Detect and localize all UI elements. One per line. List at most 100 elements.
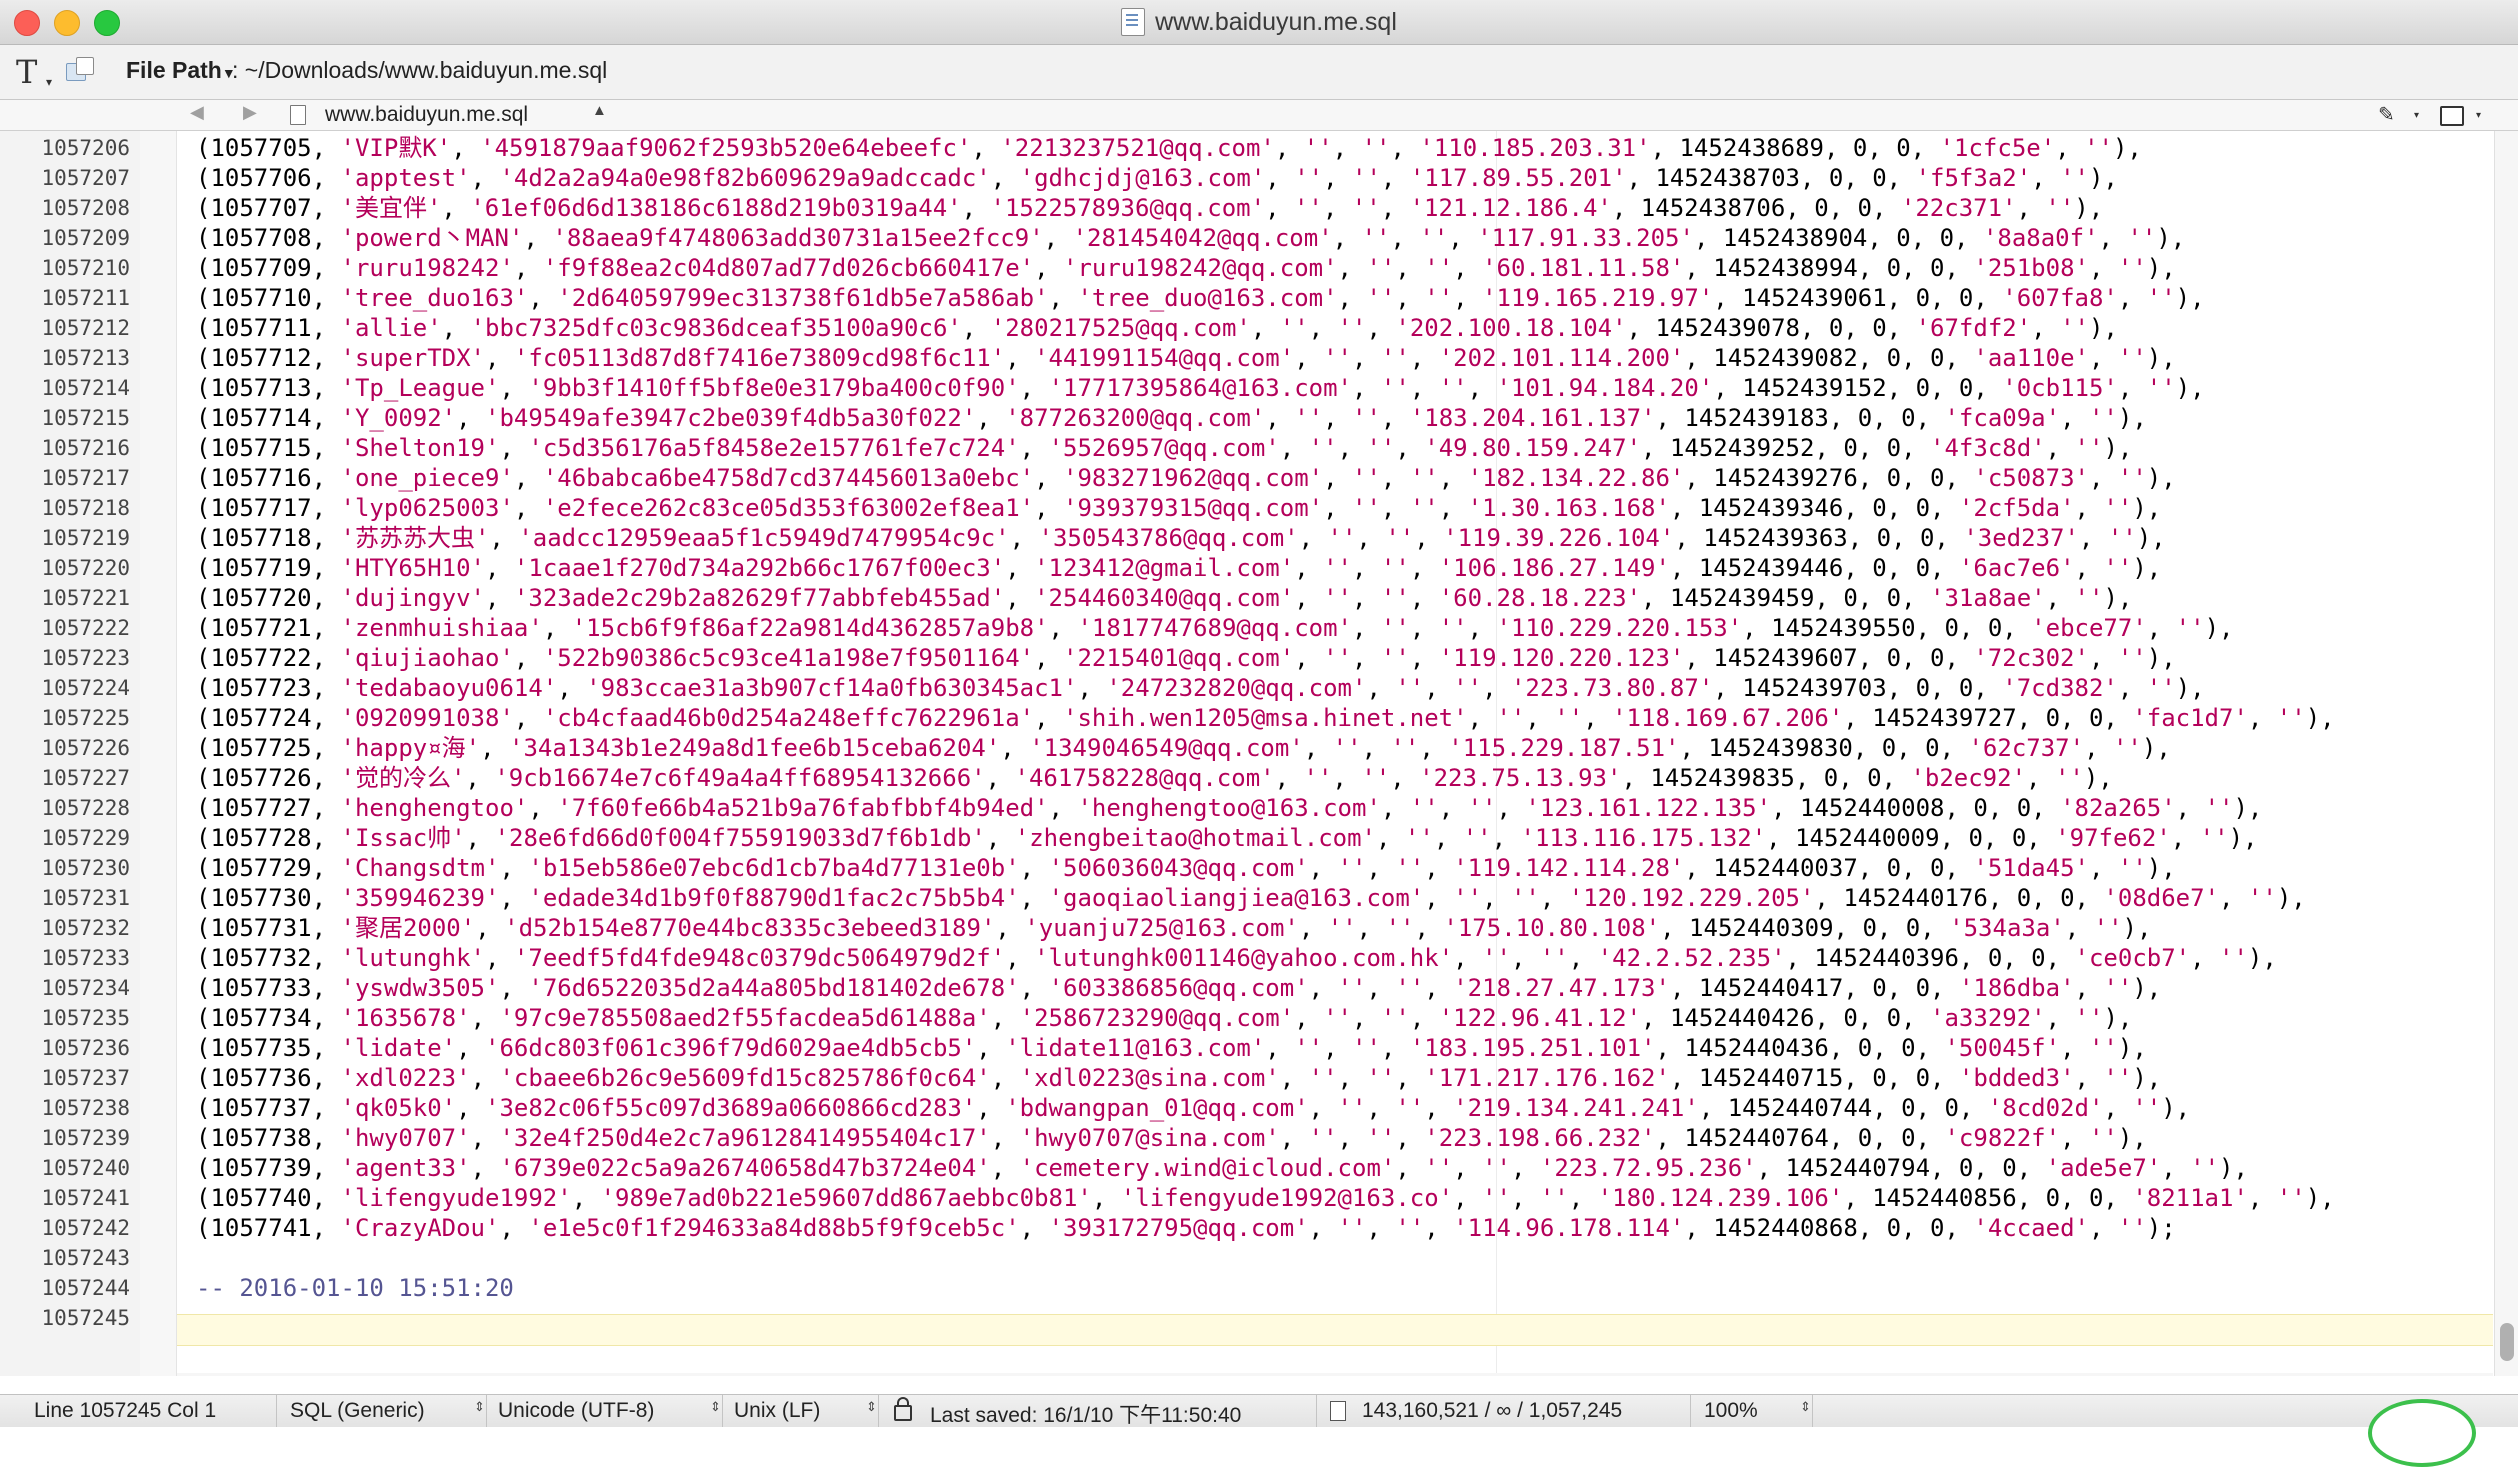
encoding-popup[interactable]: Unicode (UTF-8) [498,1399,654,1423]
password-hash-value: 'b49549afe3947c2be039f4db5a30f022' [485,404,977,432]
empty-field-value: '' [2107,524,2137,552]
code-line[interactable]: (1057709, 'ruru198242', 'f9f88ea2c04d807… [196,253,2176,283]
code-line[interactable]: (1057708, 'powerd丶MAN', '88aea9f4748063a… [196,223,2185,253]
email-value: 'tree_duo@163.com' [1077,284,1338,312]
language-popup[interactable]: SQL (Generic) [290,1399,425,1423]
salt-value: '7cd382' [2002,674,2118,702]
timestamp-value: 1452438703 [1655,164,1800,192]
status-divider [1316,1395,1317,1427]
file-path-menu[interactable]: File Path▼ [126,57,236,84]
cursor-position[interactable]: Line 1057245 Col 1 [34,1399,216,1423]
empty-field-value: '' [1337,854,1367,882]
up-down-arrows-icon[interactable]: ⇕ [1800,1399,1811,1415]
line-endings-popup[interactable]: Unix (LF) [734,1399,820,1423]
status-bar: Line 1057245 Col 1 SQL (Generic) ⇕ Unico… [0,1394,2518,1467]
code-line[interactable]: (1057722, 'qiujiaohao', '522b90386c5c93c… [196,643,2176,673]
empty-field-value: '' [1303,764,1333,792]
code-line[interactable]: (1057740, 'lifengyude1992', '989e7ad0b22… [196,1183,2335,1213]
code-line[interactable]: (1057724, '0920991038', 'cb4cfaad46b0d25… [196,703,2335,733]
code-line[interactable]: (1057710, 'tree_duo163', '2d64059799ec31… [196,283,2205,313]
code-line[interactable]: (1057716, 'one_piece9', '46babca6be4758d… [196,463,2176,493]
code-line[interactable]: (1057737, 'qk05k0', '3e82c06f55c097d3689… [196,1093,2190,1123]
line-number: 1057244 [41,1276,130,1300]
up-down-arrows-icon[interactable]: ⇕ [474,1399,485,1415]
password-hash-value: 'bbc7325dfc03c9836dceaf35100a90c6' [470,314,962,342]
record-id: 1057707 [210,194,312,222]
empty-field-value: '' [1327,524,1357,552]
code-line[interactable]: (1057730, '359946239', 'edade34d1b9f0f88… [196,883,2306,913]
text-editor[interactable]: 1057206 1057207 1057208 1057209 1057210 10572… [0,131,2518,1376]
code-line[interactable]: (1057736, 'xdl0223', 'cbaee6b26c9e5609fd… [196,1063,2161,1093]
code-line[interactable]: (1057719, 'HTY65H10', '1caae1f270d734a29… [196,553,2161,583]
line-number: 1057232 [41,916,130,940]
open-files-icon[interactable] [66,57,96,83]
code-line[interactable]: (1057726, '觉的冷么', '9cb16674e7c6f49a4a4ff… [196,763,2113,793]
code-line[interactable]: (1057725, 'happy¤海', '34a1343b1e249a8d1f… [196,733,2171,763]
vertical-scrollbar[interactable] [2494,131,2518,1376]
document-selector[interactable]: www.baiduyun.me.sql [325,103,528,127]
horizontal-scrollbar[interactable] [177,1373,2493,1376]
salt-value: '2cf5da' [1958,494,2075,522]
split-view-icon[interactable] [2440,106,2464,126]
code-line[interactable]: (1057707, '美宜伴', '61ef06d6d138186c6188d2… [196,193,2103,223]
record-id: 1057732 [210,944,312,972]
vertical-scroll-thumb[interactable] [2500,1323,2514,1361]
code-line[interactable]: (1057738, 'hwy0707', '32e4f250d4e2c7a961… [196,1123,2147,1153]
code-line[interactable]: (1057720, 'dujingyv', '323ade2c29b2a8262… [196,583,2132,613]
code-line[interactable]: (1057715, 'Shelton19', 'c5d356176a5f8458… [196,433,2132,463]
empty-field-value: '' [2074,1004,2104,1032]
empty-field-value: '' [2146,284,2176,312]
code-line[interactable]: (1057713, 'Tp_League', '9bb3f1410ff5bf8e… [196,373,2205,403]
code-line[interactable]: (1057706, 'apptest', '4d2a2a94a0e98f82b6… [196,163,2118,193]
empty-field-value: '' [1424,1154,1454,1182]
fold-gutter[interactable] [140,131,177,1376]
code-line[interactable]: (1057732, 'lutunghk', '7eedf5fd4fde948c0… [196,943,2277,973]
document-proxy-icon[interactable] [1121,8,1146,36]
pencil-menu-caret-icon[interactable]: ▾ [2414,110,2419,121]
code-line[interactable]: (1057705, 'VIP默K', '4591879aaf9062f2593b… [196,133,2142,163]
up-down-arrows-icon[interactable]: ⇕ [866,1399,877,1415]
code-line[interactable]: (1057735, 'lidate', '66dc803f061c396f79d… [196,1033,2147,1063]
code-line[interactable]: (1057714, 'Y_0092', 'b49549afe3947c2be03… [196,403,2147,433]
password-hash-value: '1caae1f270d734a292b66c1767f00ec3' [513,554,1006,582]
empty-field-value: '' [1395,854,1425,882]
code-line[interactable]: (1057717, 'lyp0625003', 'e2fece262c83ce0… [196,493,2161,523]
up-down-arrows-icon[interactable]: ⇕ [710,1399,721,1415]
password-hash-value: 'f9f88ea2c04d807ad77d026cb660417e' [542,254,1035,282]
lock-icon[interactable] [894,1397,912,1421]
toolbar: T ▾ File Path▼ : ~/Downloads/www.baiduyu… [0,45,2518,100]
ip-address-value: '202.100.18.104' [1395,314,1627,342]
empty-field-value: '' [1294,404,1324,432]
status-divider [276,1395,277,1427]
email-value: '1817747689@qq.com' [1077,614,1352,642]
up-down-arrows-icon[interactable]: ▲ [592,102,607,119]
code-line[interactable]: (1057721, 'zenmhuishiaa', '15cb6f9f86af2… [196,613,2233,643]
code-line[interactable]: (1057733, 'yswdw3505', '76d6522035d2a44a… [196,973,2161,1003]
code-line[interactable]: (1057739, 'agent33', '6739e022c5a9a26740… [196,1153,2248,1183]
code-line[interactable]: (1057718, '苏苏苏大虫', 'aadcc12959eaa5f1c594… [196,523,2166,553]
code-line[interactable]: (1057712, 'superTDX', 'fc05113d87d8f7416… [196,343,2176,373]
code-line[interactable]: (1057727, 'henghengtoo', '7f60fe66b4a521… [196,793,2262,823]
empty-field-value: '' [1395,1094,1425,1122]
timestamp-value: 1452440396 [1814,944,1959,972]
code-line[interactable]: (1057729, 'Changsdtm', 'b15eb586e07ebc6d… [196,853,2176,883]
username-value: 'tedabaoyu0614' [340,674,558,702]
empty-field-value: '' [1395,1214,1425,1242]
pencil-icon[interactable]: ✎ [2378,102,2395,127]
code-line[interactable]: (1057723, 'tedabaoyu0614', '983ccae31a3b… [196,673,2205,703]
sql-comment[interactable]: -- 2016-01-10 15:51:20 [196,1273,514,1303]
empty-field-value: '' [2199,824,2229,852]
empty-field-value: '' [2247,884,2277,912]
text-options-icon[interactable]: T [16,53,37,91]
code-line[interactable]: (1057734, '1635678', '97c9e785508aed2f55… [196,1003,2132,1033]
code-line[interactable]: (1057741, 'CrazyADou', 'e1e5c0f1f294633a… [196,1213,2176,1243]
ip-address-value: '223.72.95.236' [1539,1154,1757,1182]
code-line[interactable]: (1057711, 'allie', 'bbc7325dfc03c9836dce… [196,313,2118,343]
code-line[interactable]: (1057728, 'Issac帅', '28e6fd66d0f004f7559… [196,823,2257,853]
forward-arrow-icon[interactable]: ▶ [243,102,257,123]
back-arrow-icon[interactable]: ◀ [190,102,204,123]
text-options-caret-icon[interactable]: ▾ [46,75,52,89]
split-menu-caret-icon[interactable]: ▾ [2476,110,2481,121]
zoom-level[interactable]: 100% [1704,1399,1758,1423]
code-line[interactable]: (1057731, '聚居2000', 'd52b154e8770e44bc83… [196,913,2151,943]
